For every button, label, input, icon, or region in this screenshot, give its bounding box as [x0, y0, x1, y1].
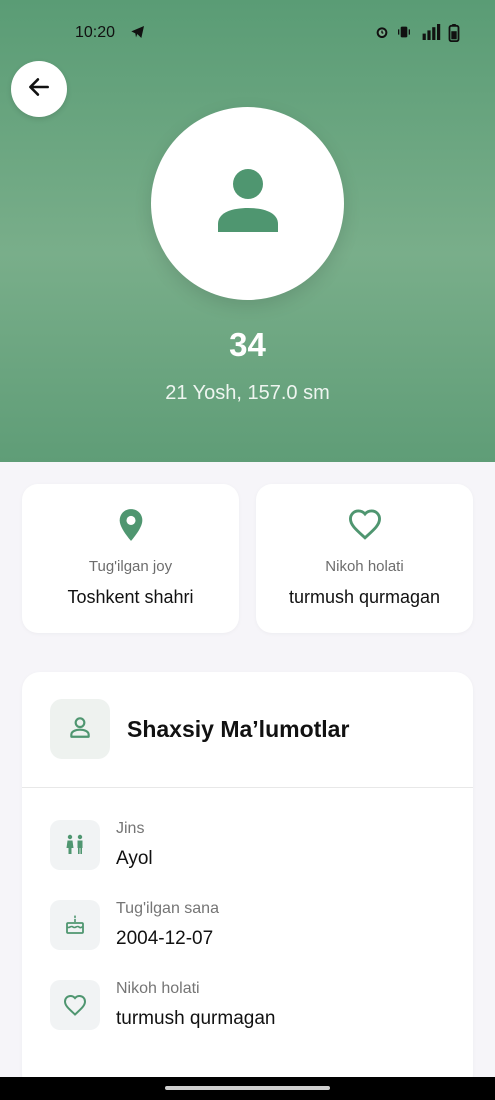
signal-icon — [421, 24, 445, 45]
card-label: Nikoh holati — [325, 558, 404, 575]
profile-header: 10:20 34 21 Yosh, 157.0 sm — [0, 0, 495, 462]
cake-icon — [50, 900, 100, 950]
birthplace-card: Tug'ilgan joy Toshkent shahri — [22, 484, 239, 633]
home-indicator[interactable] — [165, 1086, 330, 1090]
profile-subtitle: 21 Yosh, 157.0 sm — [165, 382, 330, 404]
row-value: 2004-12-07 — [116, 928, 214, 949]
profile-screen: 10:20 34 21 Yosh, 157.0 sm Tug'ilgan joy… — [0, 0, 495, 1100]
section-title: Shaxsiy Ma’lumotlar — [127, 716, 350, 742]
card-value: Toshkent shahri — [67, 587, 194, 607]
row-label: Nikoh holati — [116, 980, 200, 997]
row-value: turmush qurmagan — [116, 1008, 276, 1029]
avatar — [151, 107, 344, 300]
heart-icon — [256, 508, 473, 540]
gender-icon — [50, 820, 100, 870]
battery-icon — [448, 24, 460, 47]
row-value: Ayol — [116, 848, 153, 869]
info-row-birthdate: Tug'ilgan sana 2004-12-07 — [50, 900, 450, 954]
vibrate-icon — [396, 24, 412, 45]
info-row-marital-status: Nikoh holati turmush qurmagan — [50, 980, 450, 1034]
arrow-left-icon — [26, 74, 52, 105]
section-icon — [50, 699, 110, 759]
card-value: turmush qurmagan — [288, 587, 441, 607]
back-button[interactable] — [11, 61, 67, 117]
info-row-gender: Jins Ayol — [50, 820, 450, 874]
telegram-icon — [130, 24, 146, 45]
person-outline-icon — [67, 714, 93, 745]
status-bar: 10:20 — [0, 0, 495, 64]
profile-name: 34 — [229, 326, 266, 363]
row-label: Tug'ilgan sana — [116, 900, 219, 917]
heart-icon — [50, 980, 100, 1030]
row-label: Jins — [116, 820, 145, 837]
system-navigation-bar — [0, 1077, 495, 1100]
personal-info-card: Shaxsiy Ma’lumotlar Jins Ayol Tug'ilgan … — [22, 672, 473, 1092]
status-time: 10:20 — [75, 24, 116, 41]
card-label: Tug'ilgan joy — [88, 558, 173, 575]
divider — [22, 787, 473, 788]
alarm-icon — [374, 24, 390, 45]
location-pin-icon — [22, 508, 239, 542]
person-icon — [213, 166, 283, 241]
marital-status-card: Nikoh holati turmush qurmagan — [256, 484, 473, 633]
